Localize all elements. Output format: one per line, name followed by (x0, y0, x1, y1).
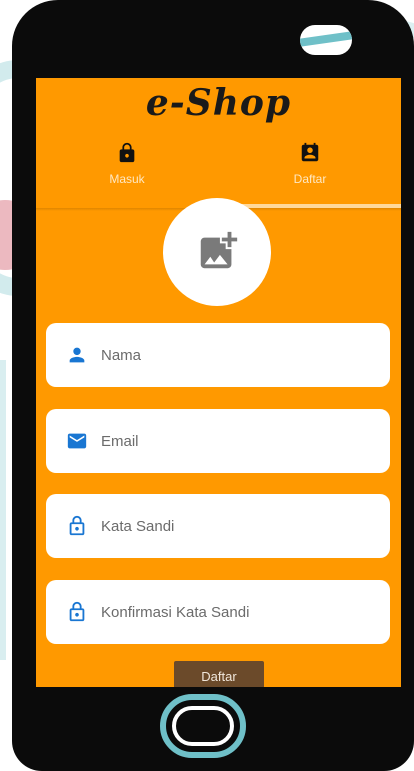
tab-masuk[interactable]: Masuk (36, 142, 218, 204)
email-input[interactable] (101, 423, 381, 459)
lock-icon (119, 142, 135, 163)
device-mockup: e-Shop Masuk Daftar Nama Email Daftar (0, 0, 414, 771)
mail-icon (67, 433, 87, 449)
password-field[interactable] (46, 494, 390, 558)
password-input[interactable] (101, 508, 381, 544)
tab-daftar[interactable]: Daftar (219, 142, 401, 204)
register-button[interactable]: Daftar (174, 661, 264, 687)
add-photo-icon (200, 231, 238, 269)
phone-speaker (300, 25, 352, 55)
email-field[interactable] (46, 409, 390, 473)
confirm-password-input[interactable] (101, 594, 381, 630)
person-icon (69, 347, 85, 363)
tab-masuk-label: Masuk (109, 172, 145, 186)
confirm-password-field[interactable] (46, 580, 390, 644)
add-photo-button[interactable] (163, 198, 271, 306)
app-logo: e-Shop (145, 82, 292, 124)
tab-daftar-label: Daftar (293, 172, 327, 186)
lock-outline-icon (69, 601, 85, 622)
app-header: e-Shop Masuk Daftar (36, 78, 401, 208)
app-screen: e-Shop Masuk Daftar Nama Email Daftar (36, 78, 401, 687)
contact-calendar-icon (301, 142, 319, 162)
name-input[interactable] (101, 337, 381, 373)
lock-outline-icon (69, 515, 85, 536)
name-field[interactable] (46, 323, 390, 387)
phone-home-button (160, 694, 246, 758)
